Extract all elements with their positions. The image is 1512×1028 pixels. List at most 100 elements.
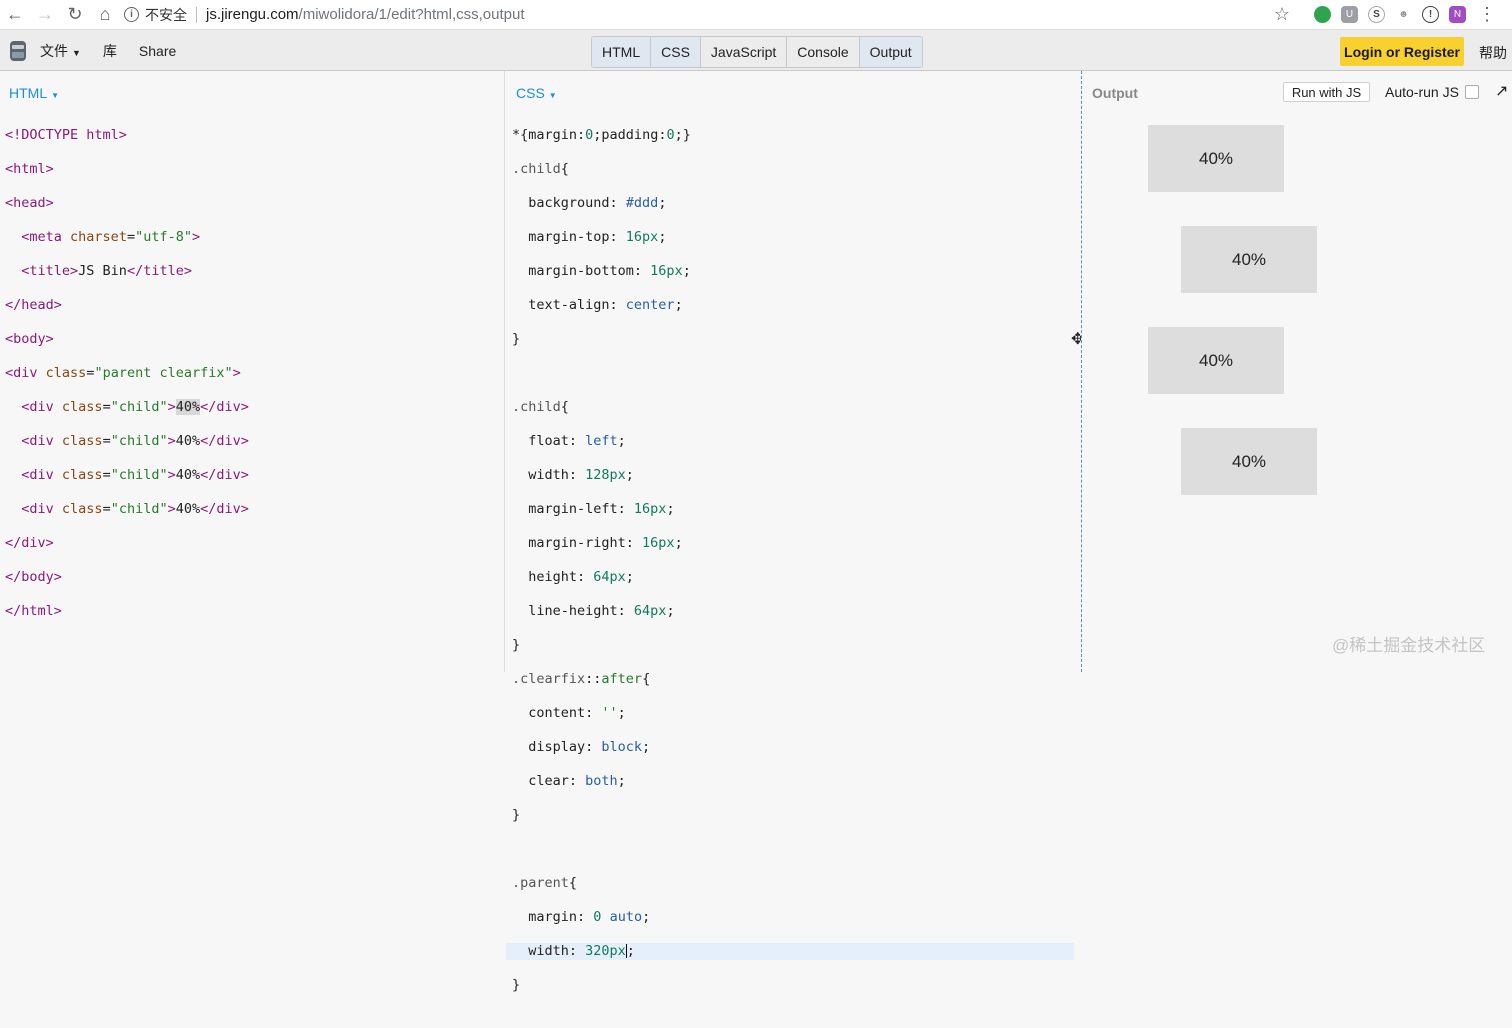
code-line: <div class="child">40%</div>: [21, 433, 249, 449]
expand-icon[interactable]: ↗: [1495, 81, 1508, 101]
url-host: js.jirengu.com: [206, 6, 299, 23]
back-icon[interactable]: ←: [0, 0, 30, 30]
code-line: </body>: [5, 569, 62, 585]
output-panel: Output Run with JS Auto-run JS ↗ 40% 40%…: [1081, 71, 1512, 672]
browser-chrome: ← → ↻ ⌂ i 不安全 js.jirengu.com/miwolidora/…: [0, 0, 1512, 30]
output-child-box: 40%: [1148, 125, 1284, 192]
library-menu[interactable]: 库: [103, 41, 117, 61]
share-button[interactable]: Share: [139, 43, 176, 59]
code-line: margin-bottom: 16px;: [512, 263, 691, 279]
code-line: }: [512, 637, 521, 653]
code-line: float: left;: [512, 433, 626, 449]
css-panel-label[interactable]: CSS ▼: [516, 85, 557, 101]
css-code-editor[interactable]: *{margin:0;padding:0;} .child{ backgroun…: [506, 110, 1074, 1028]
toolbar-menu: 文件 ▼ 库 Share: [40, 30, 176, 71]
css-panel: CSS ▼ *{margin:0;padding:0;} .child{ back…: [506, 71, 1080, 993]
reload-icon[interactable]: ↻: [60, 0, 90, 30]
output-child-box: 40%: [1181, 226, 1317, 293]
output-child-box: 40%: [1148, 327, 1284, 394]
code-line: <meta charset="utf-8">: [21, 229, 201, 245]
html-panel-title: HTML: [9, 85, 48, 101]
html-panel: HTML ▼ <!DOCTYPE html> <html> <head> <met…: [0, 71, 505, 672]
code-line: </div>: [5, 535, 54, 551]
shield-extension-icon[interactable]: U: [1341, 6, 1358, 23]
file-menu-label: 文件: [40, 42, 68, 59]
address-bar[interactable]: i 不安全 js.jirengu.com/miwolidora/1/edit?h…: [124, 2, 1304, 28]
chevron-down-icon: ▼: [51, 91, 60, 100]
code-line: <div class="child">40%</div>: [21, 399, 249, 415]
code-line: margin-top: 16px;: [512, 229, 667, 245]
run-with-js-button[interactable]: Run with JS: [1283, 82, 1370, 102]
tab-javascript[interactable]: JavaScript: [699, 37, 787, 67]
autorun-label: Auto-run JS: [1385, 84, 1459, 100]
code-line: .parent{: [512, 875, 578, 891]
autorun-checkbox[interactable]: [1464, 85, 1479, 99]
tab-output[interactable]: Output: [858, 37, 922, 67]
code-line: display: block;: [512, 739, 651, 755]
info-extension-icon[interactable]: !: [1422, 6, 1439, 23]
tab-console[interactable]: Console: [786, 37, 859, 67]
jsbin-toolbar: 文件 ▼ 库 Share HTML CSS JavaScript Console …: [0, 30, 1512, 71]
code-line: <html>: [5, 161, 54, 177]
code-line: }: [512, 977, 521, 993]
info-icon[interactable]: i: [124, 7, 139, 22]
chevron-down-icon: ▼: [548, 91, 557, 100]
code-line: background: #ddd;: [512, 195, 667, 211]
code-line: .clearfix::after{: [512, 671, 651, 687]
tab-html[interactable]: HTML: [592, 37, 651, 67]
tab-css[interactable]: CSS: [650, 37, 700, 67]
file-menu[interactable]: 文件 ▼: [40, 41, 81, 61]
s-extension-icon[interactable]: S: [1368, 6, 1385, 23]
code-line: height: 64px;: [512, 569, 634, 585]
autorun-toggle[interactable]: Auto-run JS: [1385, 84, 1479, 100]
code-line: content: '';: [512, 705, 626, 721]
code-line-active: width: 320px;: [506, 943, 1074, 960]
code-line: clear: both;: [512, 773, 626, 789]
code-line: </html>: [5, 603, 62, 619]
code-line: <body>: [5, 331, 54, 347]
code-line: }: [512, 807, 521, 823]
output-preview: 40% 40% 40% 40%: [1148, 125, 1468, 529]
more-icon[interactable]: ⋮: [1478, 4, 1496, 25]
code-line: margin-left: 16px;: [512, 501, 675, 517]
code-line: margin-right: 16px;: [512, 535, 683, 551]
code-line: <title>JS Bin</title>: [21, 263, 192, 279]
code-line: <div class="parent clearfix">: [5, 365, 241, 381]
css-panel-title: CSS: [516, 85, 545, 101]
code-line: text-align: center;: [512, 297, 683, 313]
onenote-extension-icon[interactable]: N: [1449, 6, 1466, 23]
code-line: width: 128px;: [512, 467, 634, 483]
output-child-box: 40%: [1181, 428, 1317, 495]
code-line: <head>: [5, 195, 54, 211]
code-line: }: [512, 331, 521, 347]
code-line: <div class="child">40%</div>: [21, 467, 249, 483]
code-line: <!DOCTYPE html>: [5, 127, 127, 143]
panel-tabs: HTML CSS JavaScript Console Output: [591, 36, 923, 68]
html-code-editor[interactable]: <!DOCTYPE html> <html> <head> <meta char…: [5, 110, 249, 654]
url-path: /miwolidora/1/edit?html,css,output: [298, 6, 525, 23]
code-line: .child{: [512, 161, 569, 177]
login-register-button[interactable]: Login or Register: [1340, 37, 1464, 66]
jsbin-logo-icon[interactable]: [8, 39, 28, 63]
code-line: <div class="child">40%</div>: [21, 501, 249, 517]
output-title: Output: [1092, 85, 1138, 101]
divider: [196, 6, 197, 23]
code-line: margin: 0 auto;: [512, 909, 651, 925]
chevron-down-icon: ▼: [72, 47, 81, 58]
face-extension-icon[interactable]: ☻: [1395, 6, 1412, 23]
text-cursor: [625, 944, 627, 958]
html-panel-label[interactable]: HTML ▼: [9, 85, 59, 101]
code-line: line-height: 64px;: [512, 603, 675, 619]
home-icon[interactable]: ⌂: [90, 0, 120, 30]
security-label: 不安全: [145, 6, 187, 23]
watermark: @稀土掘金技术社区: [1332, 636, 1486, 655]
green-dot-extension-icon[interactable]: [1314, 6, 1331, 23]
code-line: *{margin:0;padding:0;}: [512, 127, 691, 143]
help-link[interactable]: 帮助: [1479, 43, 1507, 63]
star-icon[interactable]: ☆: [1274, 4, 1304, 25]
forward-icon[interactable]: →: [30, 0, 60, 30]
extensions: U S ☻ ! N: [1314, 6, 1466, 23]
code-line: </head>: [5, 297, 62, 313]
